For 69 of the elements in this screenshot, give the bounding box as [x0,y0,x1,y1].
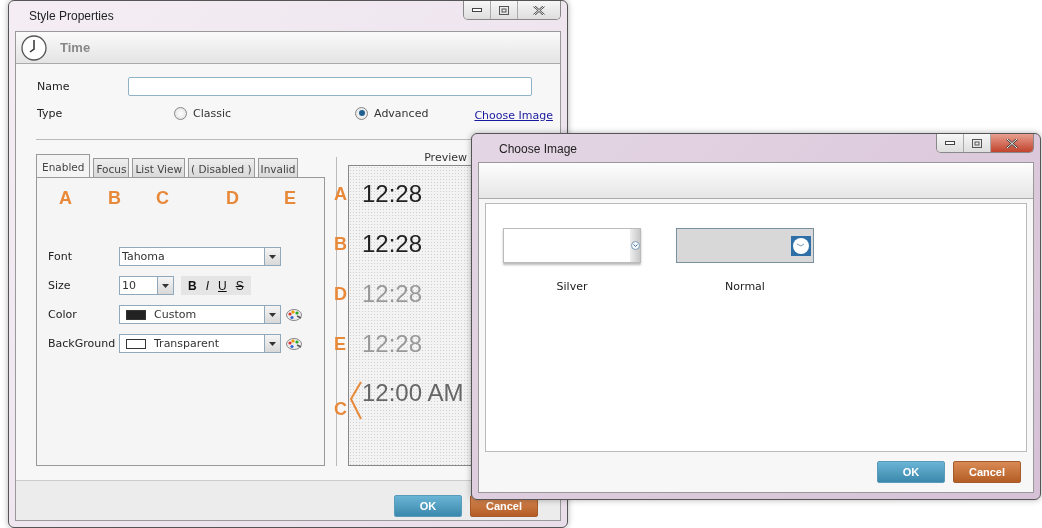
maximize-icon [499,5,509,15]
bold-button[interactable]: B [185,278,200,293]
state-letter: E [334,333,347,355]
maximize-button[interactable] [963,134,990,152]
field-label: Font [48,250,73,263]
minimize-button[interactable] [464,1,490,19]
clock-icon [791,235,811,256]
italic-button[interactable]: I [202,278,212,293]
maximize-icon [972,138,982,148]
close-button[interactable] [990,134,1033,152]
radio-option[interactable]: Advanced [355,106,429,120]
close-icon [1006,138,1018,148]
strike-button[interactable]: S [232,278,247,293]
field-label: Name [37,80,71,93]
close-button[interactable] [517,1,560,19]
clock-box-thumbnail[interactable] [676,228,814,263]
state-letter: A [59,188,73,209]
state-letter: A [334,183,348,205]
maximize-button[interactable] [490,1,517,19]
state-letter: B [334,233,348,255]
tab[interactable]: Enabled [36,154,91,178]
style-label: Normal [725,280,765,293]
state-letter: B [108,188,122,209]
minimize-icon [945,141,955,145]
caret-icon [269,341,276,346]
caret-icon [269,312,276,317]
time-preview: 12:28 [362,230,423,258]
palette-icon [286,337,302,350]
dialog-title: Choose Image [499,142,578,156]
close-icon [533,5,545,15]
color-dropdown[interactable]: Custom [119,305,281,324]
state-letter: D [226,188,240,209]
state-letter: D [334,283,348,305]
color-dropdown[interactable]: Transparent [119,334,281,353]
time-preview: 12:00 AM [362,379,464,407]
underline-button[interactable]: U [215,278,230,293]
cancel-button[interactable]: Cancel [953,461,1021,483]
state-letter: C [334,399,348,420]
tab[interactable]: Focus [93,158,130,178]
tab[interactable]: ( Disabled ) [188,158,255,178]
tab[interactable]: Invalid [257,158,299,178]
state-letter: C [156,188,170,209]
caret-icon [269,254,276,259]
time-preview: 12:28 [362,280,423,308]
chevron-icon [630,241,640,250]
preview-label: Preview [423,151,468,165]
clock-icon [21,34,47,61]
caret-icon [162,283,169,288]
state-letter: E [284,188,297,209]
bracket-icon [349,381,363,421]
window-title: Style Properties [29,9,114,23]
radio-option[interactable]: Classic [174,106,232,120]
name-field[interactable] [128,77,532,96]
field-label: Color [48,308,78,321]
tab[interactable]: List View [132,158,186,178]
minimize-icon [472,8,482,12]
style-label: Silver [556,280,588,293]
font-dropdown[interactable]: Tahoma [119,247,281,266]
palette-icon [286,308,302,321]
field-label: Type [37,106,64,120]
time-preview: 12:28 [362,330,423,358]
choose-image-link[interactable]: Choose Image [474,108,553,122]
header-title: Time [60,40,91,55]
combo-box-thumbnail[interactable] [503,228,641,263]
size-dropdown[interactable]: 10 [119,276,174,295]
field-label: BackGround [48,337,117,350]
time-preview: 12:28 [362,180,423,208]
field-label: Size [48,279,72,292]
minimize-button[interactable] [937,134,963,152]
